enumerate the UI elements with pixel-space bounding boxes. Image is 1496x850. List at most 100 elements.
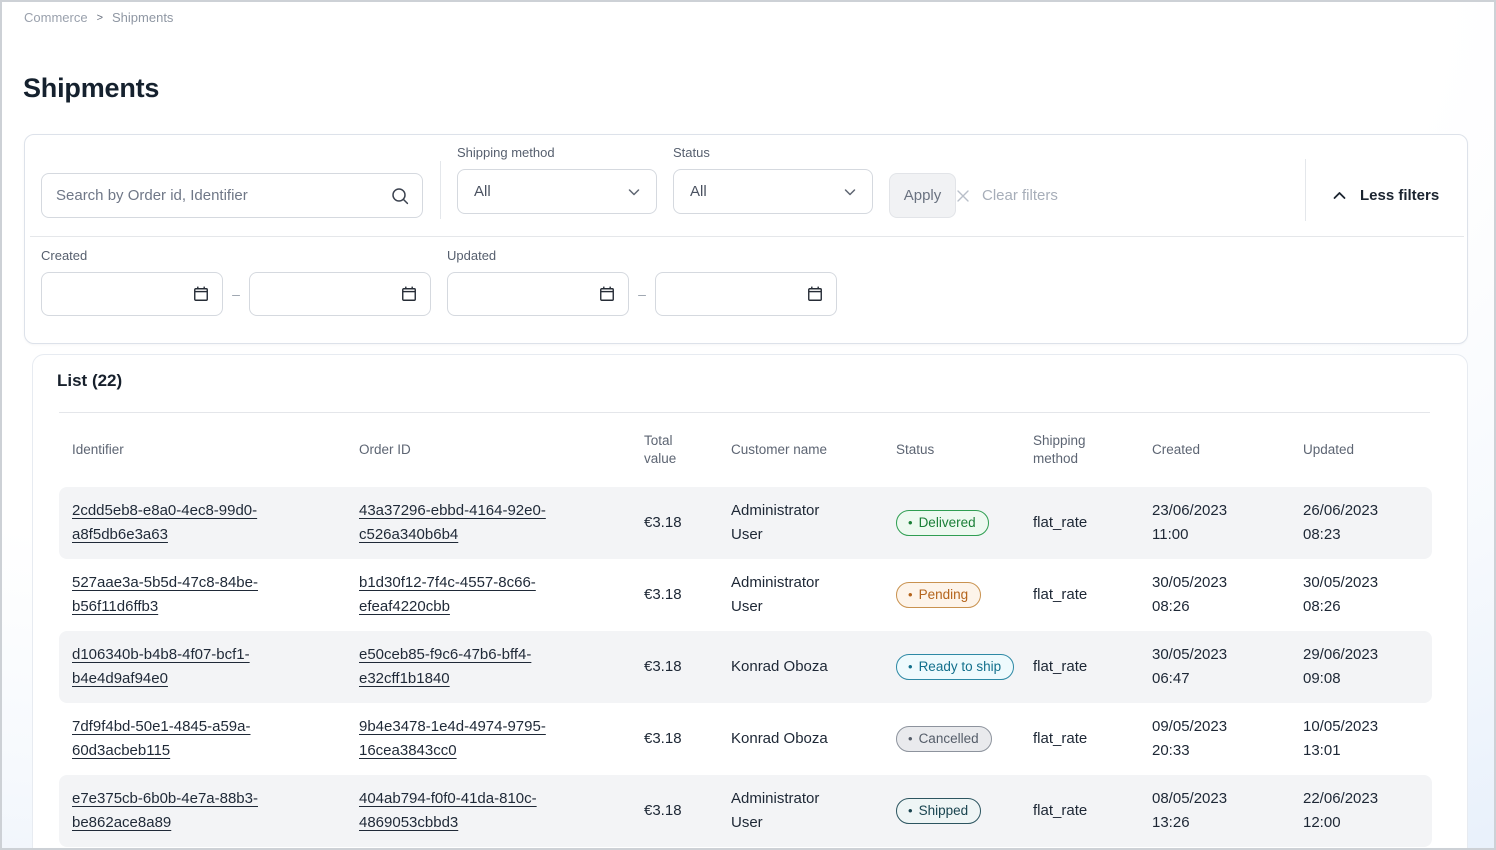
date-range-dash: – [629, 286, 655, 302]
updated-date-filter: Updated – [447, 248, 837, 316]
status-badge-label: Ready to ship [919, 658, 1002, 675]
shipping-method-filter: Shipping method All [457, 145, 657, 214]
shipping-method-cell: flat_rate [1033, 727, 1152, 751]
table-row: 7df9f4bd-50e1-4845-a59a-60d3acbeb115 9b4… [59, 703, 1432, 775]
created-cell: 08/05/2023 13:26 [1152, 787, 1303, 835]
created-time: 06:47 [1152, 667, 1303, 691]
less-filters-label: Less filters [1360, 187, 1439, 204]
identifier-link[interactable]: 7df9f4bd-50e1-4845-a59a-60d3acbeb115 [72, 718, 250, 759]
chevron-down-icon [842, 184, 858, 200]
created-date: 09/05/2023 [1152, 715, 1303, 739]
column-header: Created [1152, 441, 1303, 459]
search-input[interactable] [56, 187, 390, 204]
identifier-link[interactable]: e7e375cb-6b0b-4e7a-88b3-be862ace8a89 [72, 790, 258, 831]
shipments-page: Commerce > Shipments Shipments Shipping … [0, 0, 1496, 850]
list-title: List (22) [57, 371, 122, 391]
created-cell: 30/05/2023 08:26 [1152, 571, 1303, 619]
customer-name-cell: Konrad Oboza [731, 655, 896, 679]
shipping-method-value: All [474, 183, 491, 200]
search-icon[interactable] [390, 186, 410, 206]
status-cell: • Pending [896, 582, 1033, 608]
shipping-method-select[interactable]: All [457, 169, 657, 214]
updated-to-input[interactable] [655, 272, 837, 316]
total-value-cell: €3.18 [644, 799, 731, 823]
created-time: 20:33 [1152, 739, 1303, 763]
identifier-cell: 527aae3a-5b5d-47c8-84be-b56f11d6ffb3 [72, 571, 359, 619]
customer-name-cell: Administrator User [731, 787, 896, 835]
identifier-link[interactable]: 2cdd5eb8-e8a0-4ec8-99d0-a8f5db6e3a63 [72, 502, 257, 543]
table-body: 2cdd5eb8-e8a0-4ec8-99d0-a8f5db6e3a63 43a… [59, 487, 1432, 847]
updated-date: 22/06/2023 [1303, 787, 1432, 811]
order-id-cell: 9b4e3478-1e4d-4974-9795-16cea3843cc0 [359, 715, 644, 763]
order-id-link[interactable]: e50ceb85-f9c6-47b6-bff4-e32cff1b1840 [359, 646, 531, 687]
date-range-dash: – [223, 286, 249, 302]
order-id-link[interactable]: 404ab794-f0f0-41da-810c-4869053cbbd3 [359, 790, 537, 831]
clear-filters-label: Clear filters [982, 187, 1058, 204]
created-time: 13:26 [1152, 811, 1303, 835]
status-dot-icon: • [908, 590, 913, 600]
updated-time: 08:23 [1303, 523, 1432, 547]
filter-divider-vertical [440, 161, 441, 219]
status-dot-icon: • [908, 662, 913, 672]
status-label: Status [673, 145, 873, 160]
status-dot-icon: • [908, 518, 913, 528]
created-date-filter: Created – [41, 248, 431, 316]
table-row: 527aae3a-5b5d-47c8-84be-b56f11d6ffb3 b1d… [59, 559, 1432, 631]
filter-divider-vertical-2 [1305, 159, 1306, 221]
apply-button[interactable]: Apply [889, 173, 956, 218]
shipments-list-panel: List (22) IdentifierOrder IDTotal valueC… [32, 354, 1468, 850]
column-header: Status [896, 441, 1033, 459]
calendar-icon[interactable] [598, 285, 616, 303]
identifier-cell: d106340b-b4b8-4f07-bcf1-b4e4d9af94e0 [72, 643, 359, 691]
identifier-link[interactable]: d106340b-b4b8-4f07-bcf1-b4e4d9af94e0 [72, 646, 250, 687]
breadcrumb-commerce[interactable]: Commerce [24, 10, 88, 25]
created-from-input[interactable] [41, 272, 223, 316]
less-filters-toggle[interactable]: Less filters [1331, 173, 1439, 218]
order-id-link[interactable]: 9b4e3478-1e4d-4974-9795-16cea3843cc0 [359, 718, 546, 759]
updated-date: 10/05/2023 [1303, 715, 1432, 739]
order-id-link[interactable]: 43a37296-ebbd-4164-92e0-c526a340b6b4 [359, 502, 546, 543]
status-select[interactable]: All [673, 169, 873, 214]
updated-date: 29/06/2023 [1303, 643, 1432, 667]
status-badge: • Cancelled [896, 726, 992, 752]
calendar-icon[interactable] [192, 285, 210, 303]
updated-from-input[interactable] [447, 272, 629, 316]
created-time: 08:26 [1152, 595, 1303, 619]
chevron-up-icon [1331, 187, 1348, 204]
table-row: e7e375cb-6b0b-4e7a-88b3-be862ace8a89 404… [59, 775, 1432, 847]
created-date: 23/06/2023 [1152, 499, 1303, 523]
updated-label: Updated [447, 248, 837, 263]
status-badge: • Pending [896, 582, 981, 608]
total-value-cell: €3.18 [644, 583, 731, 607]
updated-date: 30/05/2023 [1303, 571, 1432, 595]
table-header-row: IdentifierOrder IDTotal valueCustomer na… [59, 413, 1432, 487]
calendar-icon[interactable] [400, 285, 418, 303]
shipping-method-cell: flat_rate [1033, 511, 1152, 535]
breadcrumb: Commerce > Shipments [24, 10, 173, 25]
status-cell: • Ready to ship [896, 654, 1033, 680]
column-header: Updated [1303, 441, 1432, 459]
created-label: Created [41, 248, 431, 263]
created-cell: 30/05/2023 06:47 [1152, 643, 1303, 691]
status-value: All [690, 183, 707, 200]
created-to-input[interactable] [249, 272, 431, 316]
calendar-icon[interactable] [806, 285, 824, 303]
identifier-link[interactable]: 527aae3a-5b5d-47c8-84be-b56f11d6ffb3 [72, 574, 258, 615]
created-date: 30/05/2023 [1152, 643, 1303, 667]
shipping-method-label: Shipping method [457, 145, 657, 160]
status-dot-icon: • [908, 734, 913, 744]
status-cell: • Delivered [896, 510, 1033, 536]
order-id-link[interactable]: b1d30f12-7f4c-4557-8c66-efeaf4220cbb [359, 574, 536, 615]
order-id-cell: 404ab794-f0f0-41da-810c-4869053cbbd3 [359, 787, 644, 835]
shipping-method-cell: flat_rate [1033, 583, 1152, 607]
status-badge: • Shipped [896, 798, 981, 824]
breadcrumb-shipments[interactable]: Shipments [112, 10, 173, 25]
status-cell: • Shipped [896, 798, 1033, 824]
updated-time: 09:08 [1303, 667, 1432, 691]
status-cell: • Cancelled [896, 726, 1033, 752]
status-badge-label: Cancelled [919, 730, 979, 747]
created-date: 08/05/2023 [1152, 787, 1303, 811]
updated-cell: 10/05/2023 13:01 [1303, 715, 1432, 763]
clear-filters-button[interactable]: Clear filters [954, 173, 1058, 218]
total-value-cell: €3.18 [644, 511, 731, 535]
